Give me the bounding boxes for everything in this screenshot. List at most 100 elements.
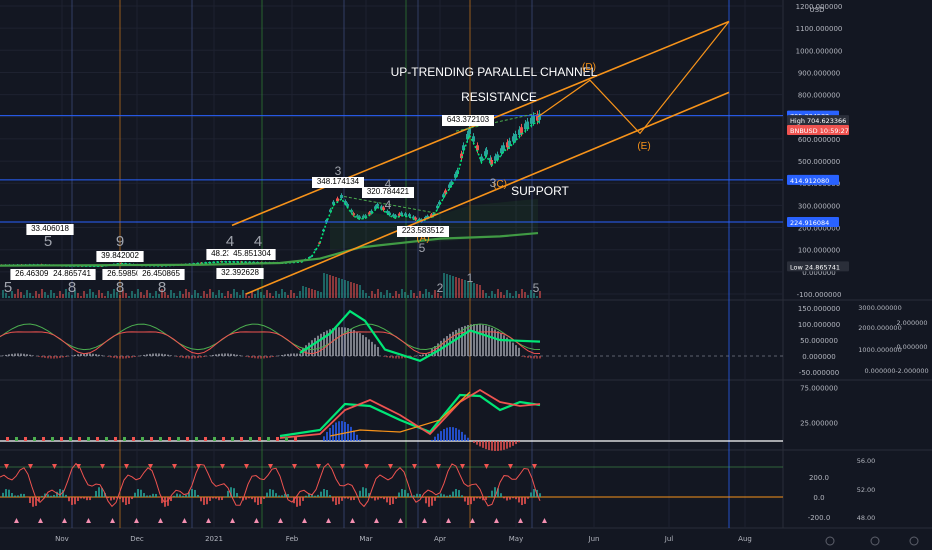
volume-bar bbox=[128, 296, 130, 298]
panel4-bar bbox=[59, 489, 61, 497]
volume-bar bbox=[104, 296, 106, 298]
wave-e-label: (E) bbox=[637, 141, 650, 152]
volume-bar bbox=[485, 293, 487, 298]
momentum-bar bbox=[44, 356, 46, 358]
volume-bar bbox=[56, 296, 58, 298]
momentum-bar bbox=[89, 353, 91, 356]
momentum-bar bbox=[389, 356, 391, 358]
momentum-bar bbox=[179, 356, 181, 358]
panel4-bar bbox=[473, 497, 475, 501]
wave-count: 4 bbox=[385, 198, 392, 212]
panel4-bar bbox=[113, 497, 115, 500]
momentum-bar bbox=[485, 325, 487, 356]
panel4-bar bbox=[407, 493, 409, 497]
panel4-bar bbox=[344, 497, 346, 499]
panel4-bar bbox=[83, 497, 85, 499]
panel4-bar bbox=[539, 493, 541, 497]
volume-bar bbox=[392, 296, 394, 298]
price-point-label: 26.463092 bbox=[15, 269, 53, 278]
momentum-bar bbox=[92, 353, 94, 356]
volume-bar bbox=[326, 274, 328, 298]
panel3-bar bbox=[452, 427, 454, 441]
panel4-bar bbox=[398, 492, 400, 497]
volume-bar bbox=[287, 295, 289, 298]
volume-bar bbox=[473, 283, 475, 298]
volume-bar bbox=[281, 289, 283, 298]
panel3-bar bbox=[461, 431, 463, 441]
panel3-bar bbox=[356, 434, 358, 441]
panel3-bar bbox=[323, 436, 325, 441]
panel4-bar bbox=[515, 497, 517, 500]
momentum-bar bbox=[362, 335, 364, 356]
panel4-bar bbox=[323, 489, 325, 497]
panel3-bar bbox=[338, 421, 340, 441]
momentum-bar bbox=[236, 354, 238, 356]
momentum-bar bbox=[107, 356, 109, 357]
time-label: Nov bbox=[55, 535, 69, 543]
panel4-bar bbox=[467, 497, 469, 505]
volume-bar bbox=[518, 294, 520, 298]
panel4-bar bbox=[131, 497, 133, 500]
momentum-bar bbox=[398, 356, 400, 359]
panel3-dot bbox=[42, 437, 45, 441]
volume-bar bbox=[230, 294, 232, 298]
trading-chart[interactable]: 150.000000100.00000050.0000000.000000-50… bbox=[0, 0, 932, 550]
momentum-bar bbox=[524, 356, 526, 358]
candle bbox=[502, 145, 505, 151]
momentum-bar bbox=[260, 356, 262, 359]
momentum-bar bbox=[185, 356, 187, 359]
panel4-bar bbox=[278, 495, 280, 497]
momentum-bar bbox=[386, 356, 388, 358]
panel4-bar bbox=[443, 494, 445, 497]
momentum-bar bbox=[8, 354, 10, 356]
volume-bar bbox=[8, 296, 10, 298]
volume-bar bbox=[317, 291, 319, 298]
volume-bar bbox=[368, 296, 370, 298]
momentum-bar bbox=[482, 324, 484, 356]
price-badge-text: Low 24.865741 bbox=[790, 263, 840, 271]
volume-bar bbox=[98, 290, 100, 298]
panel4-tick: -200.0 bbox=[808, 514, 831, 522]
panel3-bar bbox=[335, 422, 337, 441]
price-point-label: 24.865741 bbox=[53, 269, 91, 278]
panel3-dot bbox=[150, 437, 153, 441]
momentum-bar bbox=[338, 327, 340, 356]
price-tick-label: 800.000000 bbox=[798, 92, 840, 100]
panel4-bar bbox=[248, 497, 250, 499]
time-label: May bbox=[509, 535, 523, 543]
momentum-bar bbox=[371, 341, 373, 356]
volume-bar bbox=[293, 293, 295, 298]
momentum-bar bbox=[53, 356, 55, 359]
volume-bar bbox=[488, 296, 490, 298]
panel3-dot bbox=[105, 437, 108, 441]
wave-count: 8 bbox=[68, 279, 76, 296]
candle bbox=[400, 212, 403, 215]
momentum-bar bbox=[152, 353, 154, 356]
momentum-bar bbox=[17, 353, 19, 356]
volume-bar bbox=[416, 296, 418, 298]
price-point-label: 33.406018 bbox=[31, 224, 69, 233]
momentum-bar bbox=[182, 356, 184, 358]
volume-bar bbox=[299, 291, 301, 298]
volume-bar bbox=[131, 291, 133, 298]
price-point-label: 348.174134 bbox=[317, 177, 360, 186]
momentum-bar bbox=[203, 356, 205, 357]
volume-bar bbox=[65, 289, 67, 298]
panel4-bar bbox=[11, 493, 13, 497]
panel4-bar bbox=[17, 495, 19, 497]
volume-bar bbox=[401, 289, 403, 298]
volume-bar bbox=[527, 295, 529, 298]
panel4-bar bbox=[476, 497, 478, 499]
panel4-bar bbox=[374, 497, 376, 501]
volume-bar bbox=[503, 295, 505, 298]
panel4-bar bbox=[479, 497, 481, 499]
volume-bar bbox=[83, 291, 85, 298]
volume-bar bbox=[41, 289, 43, 298]
panel3-dot bbox=[69, 437, 72, 441]
momentum-bar bbox=[11, 353, 13, 356]
price-point-label: 45.851304 bbox=[233, 249, 271, 258]
panel4-bar bbox=[194, 489, 196, 497]
momentum-bar bbox=[131, 356, 133, 358]
panel3-bar bbox=[446, 427, 448, 441]
panel4-bar bbox=[74, 497, 76, 505]
